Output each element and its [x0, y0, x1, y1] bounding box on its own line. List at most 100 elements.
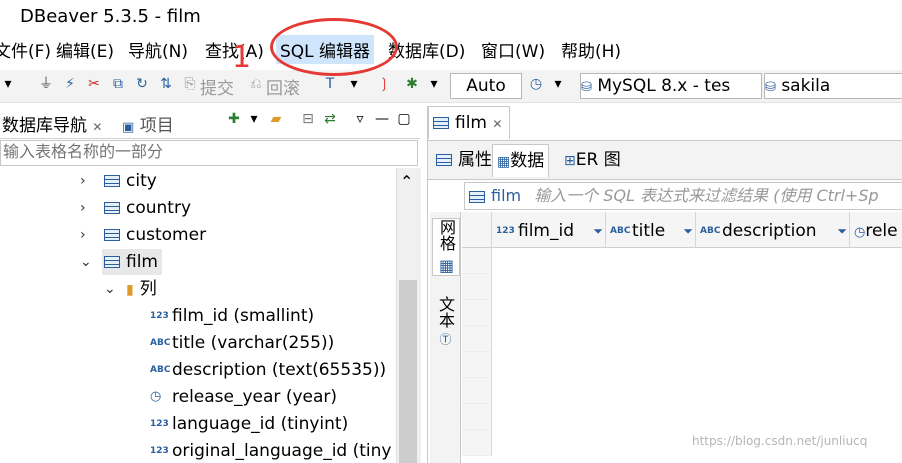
auto-commit-mode[interactable]: Auto [450, 73, 522, 99]
chevron-down-icon[interactable]: ⌄ [80, 249, 94, 275]
sort-filter-icon[interactable]: ⏷ [837, 212, 847, 247]
sql-filter-bar[interactable]: film 输入一个 SQL 表达式来过滤结果 (使用 Ctrl+Sp [464, 182, 902, 210]
tree-scrollbar-thumb[interactable] [399, 280, 417, 463]
datetime-type-icon: ◷ [854, 225, 866, 240]
history-icon[interactable]: ◷ [528, 76, 544, 92]
disconnect-icon[interactable]: ✂ [86, 76, 102, 92]
tree-item-column[interactable]: ◷ release_year (year) [150, 384, 337, 410]
tree-item-label: title (varchar(255)) [172, 333, 335, 353]
results-grid[interactable]: 123 film_id ⏷ ABCtitle ⏷ ABCdescription ⏷… [462, 212, 902, 463]
tree-item-column[interactable]: 123 language_id (tinyint) [150, 411, 348, 437]
new-connection-icon[interactable]: ✚ [226, 111, 242, 127]
tab-database-navigator[interactable]: 数据库导航 ✕ [2, 111, 102, 136]
database-tree: › city › country › customer ⌄ film ⌄ ▮ 列 … [0, 168, 396, 463]
active-connection-select[interactable]: ⛁ MySQL 8.x - tes [580, 73, 762, 99]
numeric-type-icon: 123 [150, 311, 169, 321]
numeric-type-icon: 123 [150, 419, 169, 429]
tree-item-label: release_year (year) [172, 387, 338, 407]
collapse-all-icon[interactable]: ⊟ [300, 111, 316, 127]
sync-icon[interactable]: ⇅ [158, 76, 174, 92]
row-header[interactable] [462, 274, 492, 300]
subtab-properties[interactable]: 属性 [432, 144, 496, 176]
subtab-data[interactable]: ▦数据 [492, 144, 550, 177]
menu-file[interactable]: 文件(F) [0, 37, 51, 62]
tree-item-label: film [126, 252, 158, 272]
history-dropdown-icon[interactable]: ▾ [550, 76, 566, 92]
menu-navigate[interactable]: 导航(N) [128, 37, 188, 62]
view-tab-label: 文本 [436, 296, 455, 328]
row-header[interactable] [462, 378, 492, 404]
table-filter-input[interactable] [0, 140, 418, 166]
table-icon [104, 256, 120, 268]
row-header[interactable] [462, 404, 492, 430]
close-icon[interactable]: ✕ [492, 117, 502, 131]
commit-button[interactable]: 提交 [200, 74, 234, 99]
tree-item-city[interactable]: › city [80, 168, 157, 194]
tree-item-customer[interactable]: › customer [80, 222, 206, 248]
transaction-mode-icon[interactable]: T [322, 76, 338, 92]
view-tab-grid[interactable]: 网格 ▦ [432, 218, 460, 277]
watermark: https://blog.csdn.net/junliucq [692, 434, 868, 448]
schema-icon: ⛁ [765, 80, 776, 95]
debug-dropdown-icon[interactable]: ▾ [426, 76, 442, 92]
connect-icon[interactable]: ⏚ [38, 76, 54, 92]
column-header[interactable]: ABCtitle ⏷ [606, 212, 696, 248]
chevron-right-icon[interactable]: › [80, 168, 94, 194]
tree-item-column[interactable]: ABCtitle (varchar(255)) [150, 330, 334, 356]
menu-window[interactable]: 窗口(W) [481, 37, 545, 62]
new-connection-dropdown-icon[interactable]: ▾ [246, 111, 262, 127]
tree-item-column[interactable]: 123 film_id (smallint) [150, 303, 314, 329]
editor-tab-film[interactable]: film ✕ [428, 106, 510, 139]
minimize-icon[interactable]: — [374, 111, 390, 127]
active-schema-select[interactable]: ⛁ sakila [764, 73, 902, 99]
subtab-er-diagram[interactable]: ⊞ER 图 [560, 144, 625, 176]
tree-item-label: customer [126, 225, 207, 245]
view-menu-icon[interactable]: ▿ [352, 111, 368, 127]
close-icon[interactable]: ✕ [92, 120, 102, 134]
chevron-down-icon[interactable]: ⌄ [104, 276, 118, 302]
active-connection-label: MySQL 8.x - tes [597, 76, 731, 96]
menu-edit[interactable]: 编辑(E) [56, 37, 114, 62]
new-folder-icon[interactable]: ▰ [268, 111, 284, 127]
column-header[interactable]: ◷rele [850, 212, 902, 248]
tree-item-film[interactable]: ⌄ film [80, 249, 162, 275]
subtab-label: 属性 [458, 150, 492, 170]
tree-item-columns-folder[interactable]: ⌄ ▮ 列 [104, 276, 157, 302]
tree-item-column[interactable]: 123 original_language_id (tiny [150, 438, 391, 463]
column-header[interactable]: ABCdescription ⏷ [696, 212, 850, 248]
debug-icon[interactable]: ✱ [404, 76, 420, 92]
tree-item-column[interactable]: ABCdescription (text(65535)) [150, 357, 386, 383]
row-header[interactable] [462, 326, 492, 352]
row-header[interactable] [462, 248, 492, 274]
view-tab-text[interactable]: 文本 Ⓣ [432, 296, 458, 345]
menu-help[interactable]: 帮助(H) [561, 37, 621, 62]
scroll-up-icon[interactable]: ⌃ [400, 172, 413, 191]
row-header[interactable] [462, 430, 492, 456]
refresh-icon[interactable]: ↻ [134, 76, 150, 92]
commit-icon[interactable]: ⎘ [182, 76, 198, 92]
rollback-icon[interactable]: ⎌ [248, 76, 264, 92]
transaction-mode-dropdown-icon[interactable]: ▾ [346, 76, 362, 92]
tab-projects-label: 项目 [139, 116, 174, 136]
toolbar-dropdown-icon[interactable]: ▾ [0, 76, 16, 92]
column-header[interactable]: 123 film_id ⏷ [492, 212, 606, 248]
chevron-right-icon[interactable]: › [80, 195, 94, 221]
tree-item-country[interactable]: › country [80, 195, 191, 221]
tab-projects[interactable]: ▣ 项目 [122, 111, 174, 136]
projects-icon: ▣ [122, 120, 135, 135]
transaction-icon[interactable]: ⧉ [110, 76, 126, 92]
sort-filter-icon[interactable]: ⏷ [683, 212, 693, 247]
menu-database[interactable]: 数据库(D) [388, 37, 465, 62]
sort-filter-icon[interactable]: ⏷ [593, 212, 603, 247]
maximize-icon[interactable]: ▢ [396, 111, 412, 127]
row-header[interactable] [462, 352, 492, 378]
rollback-button[interactable]: 回滚 [266, 74, 300, 99]
filter-placeholder: 输入一个 SQL 表达式来过滤结果 (使用 Ctrl+Sp [534, 186, 879, 205]
chevron-right-icon[interactable]: › [80, 222, 94, 248]
link-editor-icon[interactable]: ⇄ [322, 111, 338, 127]
table-icon [104, 175, 120, 187]
reconnect-icon[interactable]: ⚡ [62, 76, 78, 92]
text-type-icon: ABC [610, 226, 631, 236]
er-diagram-icon: ⊞ [564, 153, 576, 169]
row-header[interactable] [462, 300, 492, 326]
